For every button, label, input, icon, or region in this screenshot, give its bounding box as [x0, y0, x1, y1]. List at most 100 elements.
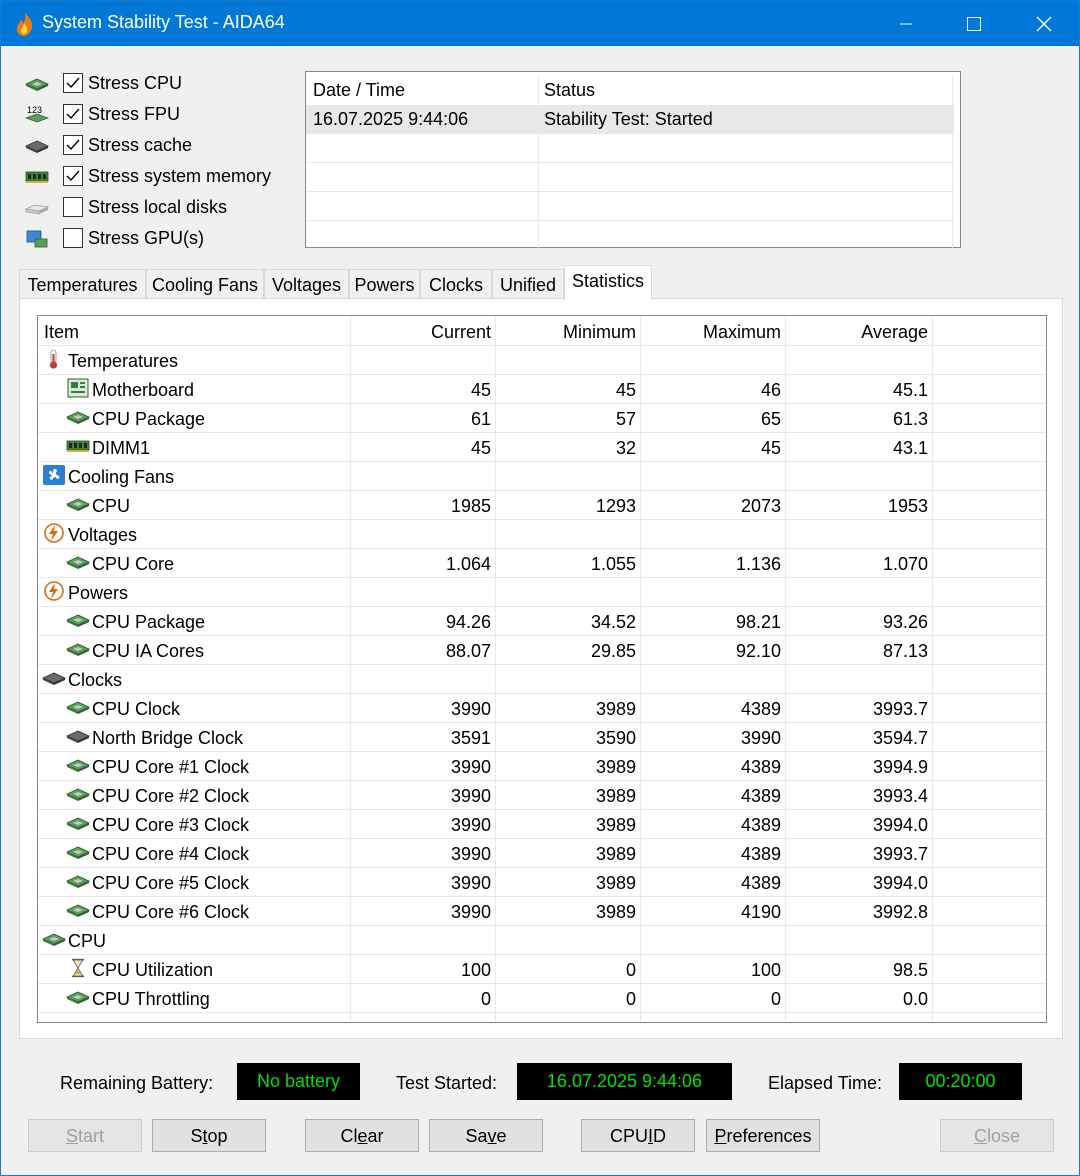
column-header-current[interactable]: Current: [431, 322, 491, 343]
statistics-table[interactable]: Item Current Minimum Maximum Average Temperat…: [37, 315, 1047, 1023]
stats-cell-average: 1953: [887, 496, 928, 516]
table-row[interactable]: CPU Core #2 Clock 3990 3989 4389 3993.4: [38, 780, 1046, 809]
start-button[interactable]: Start: [28, 1119, 142, 1152]
table-row[interactable]: CPU Utilization 100 0 100 98.5: [38, 954, 1046, 983]
stats-cell-minimum: 3989: [595, 757, 636, 777]
stress-option-stress-local-disks[interactable]: Stress local disks: [24, 193, 295, 223]
table-row[interactable]: CPU Package 61 57 65 61.3: [38, 403, 1046, 432]
checkbox-stress-cpu[interactable]: [63, 73, 83, 93]
cpu-chip-icon: [42, 933, 66, 946]
stats-cell-average: 98.5: [892, 960, 928, 980]
status-log-status: Stability Test: Started: [544, 109, 713, 129]
stats-group-cpu[interactable]: CPU: [38, 925, 1046, 954]
title-bar[interactable]: System Stability Test - AIDA64: [1, 1, 1079, 46]
stats-group-voltages[interactable]: Voltages: [38, 519, 1046, 548]
stats-row-label: CPU Core #4 Clock: [92, 844, 250, 864]
minimize-button[interactable]: [871, 1, 941, 46]
table-row[interactable]: CPU Core #3 Clock 3990 3989 4389 3994.0: [38, 809, 1046, 838]
tab-cooling-fans[interactable]: Cooling Fans: [146, 269, 264, 300]
stats-cell-current: 3990: [450, 757, 491, 777]
column-header-minimum[interactable]: Minimum: [563, 322, 636, 343]
checkbox-stress-system-memory[interactable]: [63, 166, 83, 186]
stress-option-label: Stress local disks: [88, 197, 228, 217]
tab-voltages[interactable]: Voltages: [264, 269, 349, 300]
stats-group-clocks[interactable]: Clocks: [38, 664, 1046, 693]
table-row[interactable]: CPU Core #6 Clock 3990 3989 4190 3992.8: [38, 896, 1046, 925]
stats-group-powers[interactable]: Powers: [38, 577, 1046, 606]
stats-cell-maximum: 100: [750, 960, 781, 980]
stress-option-stress-fpu[interactable]: 123 Stress FPU: [24, 100, 295, 130]
stress-option-stress-cache[interactable]: Stress cache: [25, 131, 295, 161]
stats-row-label: CPU Utilization: [92, 960, 214, 980]
checkmark-icon: [66, 77, 80, 89]
tab-clocks[interactable]: Clocks: [420, 269, 492, 300]
preferences-button[interactable]: Preferences: [706, 1119, 820, 1152]
status-log-row[interactable]: 16.07.2025 9:44:06 Stability Test: Start…: [306, 105, 954, 134]
tab-powers[interactable]: Powers: [349, 269, 420, 300]
table-row[interactable]: CPU Throttling 0 0 0 0.0: [38, 983, 1046, 1012]
table-row[interactable]: CPU Core #5 Clock 3990 3989 4389 3994.0: [38, 867, 1046, 896]
cpu-chip-icon: [66, 610, 90, 630]
checkbox-stress-local-disks[interactable]: [63, 197, 83, 217]
tab-temperatures[interactable]: Temperatures: [19, 269, 146, 300]
close-window-button[interactable]: [1009, 1, 1079, 46]
stress-option-stress-system-memory[interactable]: Stress system memory: [25, 162, 295, 192]
checkbox-stress-fpu[interactable]: [63, 104, 83, 124]
stress-option-stress-cpu[interactable]: Stress CPU: [25, 69, 295, 99]
stats-cell-minimum: 45: [615, 380, 636, 400]
status-header[interactable]: Status: [544, 80, 595, 101]
gpu-display-icon: [26, 230, 48, 248]
checkbox-stress-cache[interactable]: [63, 135, 83, 155]
stats-cell-average: 3993.7: [872, 844, 928, 864]
clear-button[interactable]: Clear: [305, 1119, 419, 1152]
chip-dark-icon: [42, 672, 66, 685]
maximize-button[interactable]: [939, 1, 1009, 46]
save-button[interactable]: Save: [429, 1119, 543, 1152]
cpu-chip-icon: [66, 556, 90, 569]
stats-cell-minimum: 29.85: [590, 641, 636, 661]
memory-module-icon: [25, 167, 51, 187]
column-header-average[interactable]: Average: [861, 322, 928, 343]
table-row[interactable]: CPU Core #4 Clock 3990 3989 4389 3993.7: [38, 838, 1046, 867]
stress-option-stress-gpu-s[interactable]: Stress GPU(s): [25, 224, 295, 254]
cpuid-button[interactable]: CPUID: [581, 1119, 695, 1152]
stats-cell-minimum: 34.52: [590, 612, 636, 632]
stats-cell-minimum: 3989: [595, 815, 636, 835]
stress-option-label: Stress system memory: [88, 166, 272, 186]
table-row[interactable]: CPU 1985 1293 2073 1953: [38, 490, 1046, 519]
stats-group-temperatures[interactable]: Temperatures: [38, 345, 1046, 374]
close-button[interactable]: Close: [940, 1119, 1054, 1152]
lightning-icon: [44, 523, 64, 543]
stop-button[interactable]: Stop: [152, 1119, 266, 1152]
stats-cell-maximum: 4389: [740, 699, 781, 719]
flame-app-icon: [16, 12, 33, 36]
table-row[interactable]: CPU Clock 3990 3989 4389 3993.7: [38, 693, 1046, 722]
status-log-table[interactable]: Date / Time Status 16.07.2025 9:44:06 St…: [305, 71, 961, 248]
stats-group-cooling-fans[interactable]: Cooling Fans: [38, 461, 1046, 490]
stress-option-label: Stress GPU(s): [88, 228, 205, 248]
hourglass-icon: [66, 958, 90, 978]
table-row[interactable]: CPU Core #1 Clock 3990 3989 4389 3994.9: [38, 751, 1046, 780]
stats-cell-current: 0: [480, 989, 491, 1009]
battery-label: Remaining Battery:: [60, 1073, 214, 1093]
thermometer-icon: [42, 349, 66, 369]
tab-unified[interactable]: Unified: [492, 269, 564, 300]
table-row[interactable]: Motherboard 45 45 46 45.1: [38, 374, 1046, 403]
table-row[interactable]: CPU Package 94.26 34.52 98.21 93.26: [38, 606, 1046, 635]
tab-statistics[interactable]: Statistics: [564, 265, 652, 300]
table-row[interactable]: North Bridge Clock 3591 3590 3990 3594.7: [38, 722, 1046, 751]
datetime-header[interactable]: Date / Time: [313, 80, 405, 101]
close-icon: [1036, 16, 1052, 31]
svg-text:123: 123: [27, 105, 42, 115]
table-row[interactable]: DIMM1 45 32 45 43.1: [38, 432, 1046, 461]
stats-cell-average: 1.070: [882, 554, 928, 574]
stats-cell-current: 3990: [450, 844, 491, 864]
table-row[interactable]: CPU Core 1.064 1.055 1.136 1.070: [38, 548, 1046, 577]
stats-group-label: Clocks: [68, 670, 123, 690]
checkbox-stress-gpu-s[interactable]: [63, 228, 83, 248]
status-log-header: Date / Time Status: [306, 76, 954, 105]
column-header-item[interactable]: Item: [44, 322, 79, 343]
table-row[interactable]: CPU IA Cores 88.07 29.85 92.10 87.13: [38, 635, 1046, 664]
column-header-maximum[interactable]: Maximum: [703, 322, 781, 343]
stats-cell-minimum: 3590: [595, 728, 636, 748]
